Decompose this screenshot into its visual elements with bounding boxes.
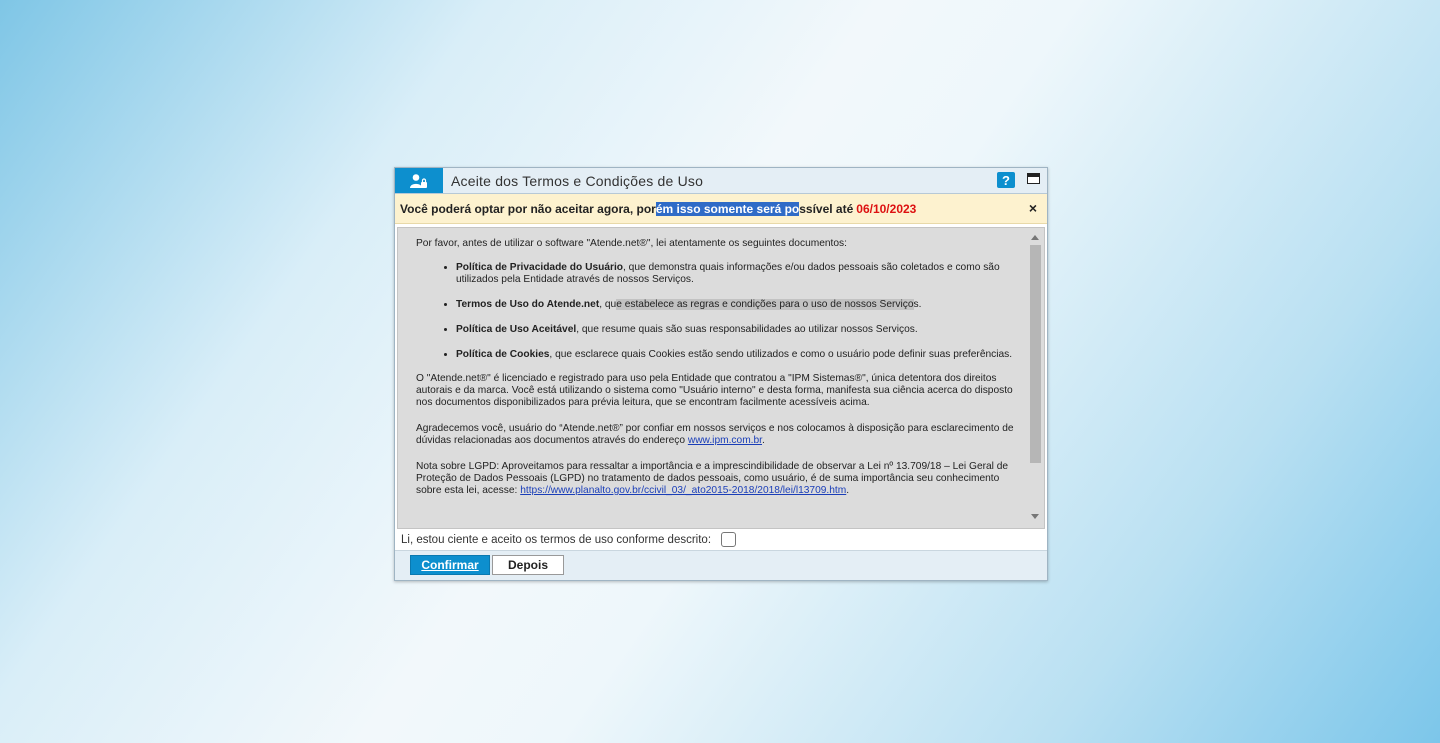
- help-button[interactable]: ?: [997, 172, 1015, 188]
- scroll-down-icon[interactable]: [1031, 514, 1039, 519]
- consent-row: Li, estou ciente e aceito os termos de u…: [395, 529, 1047, 551]
- lgpd-link[interactable]: https://www.planalto.gov.br/ccivil_03/_a…: [520, 485, 846, 496]
- later-button[interactable]: Depois: [492, 555, 564, 575]
- dialog-footer: Confirmar Depois: [395, 551, 1047, 580]
- doc-thanks: Agradecemos você, usuário do “Atende.net…: [416, 423, 1016, 447]
- doc-intro: Por favor, antes de utilizar o software …: [416, 238, 847, 249]
- scroll-up-icon[interactable]: [1031, 235, 1039, 240]
- confirm-button-label: Confirmar: [421, 558, 479, 572]
- deadline-notice: Você poderá optar por não aceitar agora,…: [395, 194, 1047, 224]
- doc-item-title[interactable]: Política de Uso Aceitável: [456, 324, 576, 335]
- list-item: Termos de Uso do Atende.net, que estabel…: [456, 299, 1016, 311]
- ipm-link[interactable]: www.ipm.com.br: [688, 435, 762, 446]
- doc-item-title[interactable]: Política de Privacidade do Usuário: [456, 262, 623, 273]
- confirm-button[interactable]: Confirmar: [410, 555, 490, 575]
- doc-item-text-end: s.: [913, 299, 922, 310]
- doc-item-text: , que esclarece quais Cookies estão send…: [549, 349, 1013, 360]
- terms-dialog: Aceite dos Termos e Condições de Uso ? V…: [394, 167, 1048, 581]
- notice-text: Você poderá optar por não aceitar agora,…: [400, 201, 656, 216]
- doc-item-title[interactable]: Termos de Uso do Atende.net: [456, 299, 599, 310]
- dialog-titlebar: Aceite dos Termos e Condições de Uso ?: [395, 168, 1047, 194]
- terms-document-content: Por favor, antes de utilizar o software …: [416, 238, 1016, 497]
- notice-text-end: ssível até: [799, 201, 854, 216]
- notice-close-icon[interactable]: ×: [1029, 200, 1037, 216]
- scroll-thumb[interactable]: [1030, 245, 1041, 463]
- dialog-title: Aceite dos Termos e Condições de Uso: [451, 172, 704, 189]
- consent-checkbox[interactable]: [721, 532, 737, 547]
- list-item: Política de Cookies, que esclarece quais…: [456, 349, 1016, 361]
- user-lock-icon: [395, 168, 443, 193]
- doc-lgpd-end: .: [846, 485, 850, 496]
- doc-list: Política de Privacidade do Usuário , que …: [416, 262, 1016, 361]
- doc-item-text: , que resume quais são suas responsabili…: [576, 324, 918, 335]
- maximize-icon[interactable]: [1027, 173, 1040, 184]
- list-item: Política de Uso Aceitável, que resume qu…: [456, 324, 1016, 336]
- terms-document-panel[interactable]: Por favor, antes de utilizar o software …: [397, 227, 1045, 529]
- doc-license: O "Atende.net®" é licenciado e registrad…: [416, 373, 1013, 408]
- notice-date: 06/10/2023: [856, 201, 917, 216]
- doc-lgpd: Nota sobre LGPD: Aproveitamos para ressa…: [416, 461, 1016, 497]
- notice-selected-text: ém isso somente será po: [655, 201, 800, 216]
- doc-thanks-end: .: [762, 435, 765, 446]
- consent-label: Li, estou ciente e aceito os termos de u…: [401, 533, 712, 546]
- list-item: Política de Privacidade do Usuário, que …: [456, 262, 1016, 286]
- doc-item-text-highlight: e estabelece as regras e condições para …: [616, 299, 914, 310]
- doc-item-text: , qu: [599, 299, 617, 310]
- document-scrollbar[interactable]: [1028, 231, 1042, 523]
- doc-item-title[interactable]: Política de Cookies: [456, 349, 549, 360]
